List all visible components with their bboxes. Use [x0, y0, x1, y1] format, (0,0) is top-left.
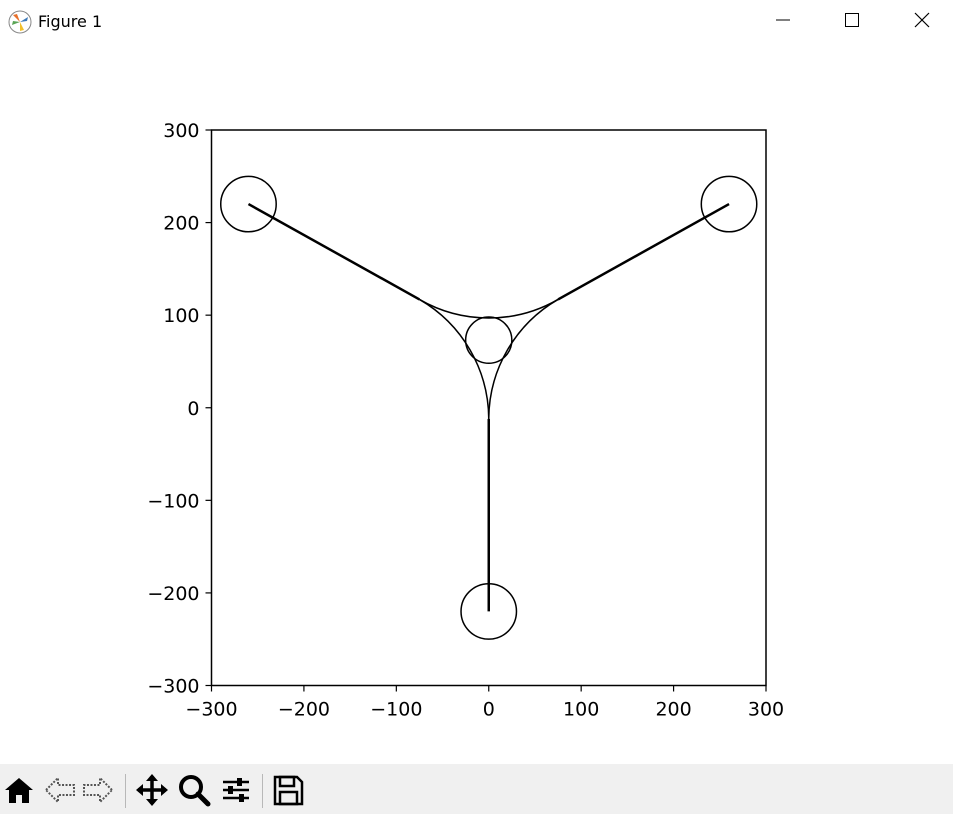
- back-arrow-icon: [44, 774, 76, 810]
- pan-move-icon: [135, 773, 169, 811]
- close-button[interactable]: [899, 0, 945, 44]
- save-button[interactable]: [270, 774, 306, 810]
- maximize-icon: [844, 12, 860, 32]
- pan-button[interactable]: [134, 774, 170, 810]
- toolbar-separator: [125, 774, 126, 808]
- y-tick-label: 0: [187, 398, 199, 420]
- circle-marker: [464, 316, 513, 365]
- y-tick-label: −100: [147, 490, 199, 512]
- y-tick-label: 100: [163, 305, 199, 327]
- window-titlebar: Figure 1: [0, 0, 953, 44]
- circle-marker: [700, 175, 758, 233]
- zoom-magnifier-icon: [177, 773, 211, 811]
- x-tick-label: 0: [483, 699, 495, 721]
- chart-marks: [219, 175, 758, 640]
- chart-ticks: −300 −200 −100 0 100 200 300 −300 −200 −100 0 100 20…: [147, 120, 784, 721]
- back-button[interactable]: [42, 774, 78, 810]
- maximize-button[interactable]: [829, 0, 875, 44]
- save-disk-icon: [272, 774, 304, 810]
- chart-svg: −300 −200 −100 0 100 200 300 −300 −200 −100 0 100 20…: [147, 120, 784, 721]
- navigation-toolbar: [0, 764, 953, 814]
- figure-canvas[interactable]: −300 −200 −100 0 100 200 300 −300 −200 −100 0 100 20…: [0, 44, 953, 764]
- toolbar-separator: [262, 774, 263, 808]
- line-segment: [247, 202, 421, 301]
- line-segment: [557, 202, 730, 301]
- forward-arrow-icon: [82, 774, 114, 810]
- x-tick-label: 300: [748, 699, 784, 721]
- y-tick-label: −300: [147, 676, 199, 698]
- home-icon: [3, 774, 35, 810]
- x-tick-label: −300: [185, 699, 237, 721]
- forward-button[interactable]: [80, 774, 116, 810]
- y-tick-label: 200: [163, 213, 199, 235]
- minimize-icon: [775, 12, 791, 32]
- close-icon: [914, 12, 930, 32]
- y-tick-label: 300: [163, 120, 199, 142]
- configure-subplots-icon: [220, 774, 252, 810]
- circle-marker: [219, 175, 277, 233]
- window-title: Figure 1: [38, 12, 103, 31]
- x-tick-label: −200: [278, 699, 330, 721]
- arc-curve: [419, 298, 559, 319]
- y-tick-label: −200: [147, 583, 199, 605]
- home-button[interactable]: [1, 774, 37, 810]
- x-tick-label: 100: [563, 699, 599, 721]
- zoom-button[interactable]: [176, 774, 212, 810]
- x-tick-label: 200: [655, 699, 691, 721]
- minimize-button[interactable]: [760, 0, 806, 44]
- configure-subplots-button[interactable]: [218, 774, 254, 810]
- x-tick-label: −100: [370, 699, 422, 721]
- matplotlib-icon: [8, 10, 32, 34]
